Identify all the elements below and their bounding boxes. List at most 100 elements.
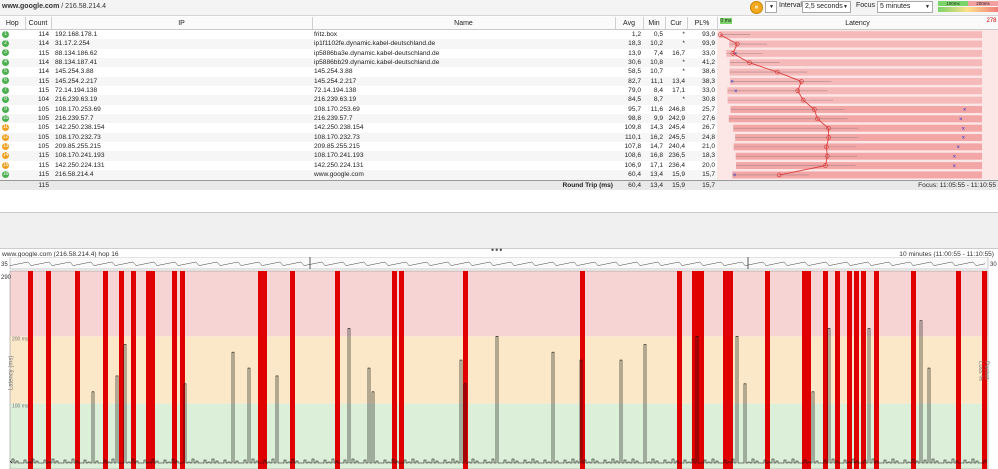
cell-ip: 209.85.255.215 bbox=[55, 143, 101, 151]
cell-cur: * bbox=[682, 68, 685, 76]
table-row[interactable]: 9 105 108.170.253.69 108.170.253.69 95,7 11,6… bbox=[0, 104, 998, 115]
packet-loss-bar bbox=[399, 271, 404, 469]
hop-cell: 4 bbox=[0, 58, 25, 67]
latency-bar-cell bbox=[717, 58, 998, 67]
cell-name: 145.254.2.217 bbox=[314, 77, 357, 85]
cell-cur: * bbox=[682, 59, 685, 67]
cell-avg: 84,5 bbox=[628, 96, 641, 104]
options-dropdown[interactable]: ▼ bbox=[765, 1, 777, 13]
packet-loss-bar bbox=[75, 271, 80, 469]
focus-label: Focus bbox=[856, 2, 876, 9]
cell-count: 105 bbox=[37, 124, 49, 132]
cell-count: 115 bbox=[38, 49, 49, 57]
hop-status-icon: 9 bbox=[2, 105, 9, 113]
packet-loss-bar bbox=[911, 271, 916, 469]
cell-name: 142.250.238.154 bbox=[314, 124, 364, 132]
col-cur[interactable]: Cur bbox=[665, 17, 688, 30]
pause-icon[interactable]: ⏸ bbox=[750, 1, 763, 14]
table-row[interactable]: 15 115 142.250.224.131 142.250.224.131 106,9… bbox=[0, 160, 998, 171]
packet-loss-bar bbox=[699, 271, 704, 469]
cell-name: 72.14.194.138 bbox=[314, 87, 357, 95]
table-row[interactable]: 12 105 108.170.232.73 108.170.232.73 110,1 16… bbox=[0, 132, 998, 143]
hop-cell: 7 bbox=[0, 86, 25, 95]
table-row[interactable]: 4 114 88.134.187.41 ip5886bb29.dynamic.kabe… bbox=[0, 58, 998, 68]
packet-loss-bar bbox=[823, 271, 828, 469]
col-count[interactable]: Count bbox=[25, 17, 52, 30]
summary-cell bbox=[51, 179, 312, 190]
hop-cell: 12 bbox=[0, 133, 25, 142]
cell-name: ip1f1102fe.dynamic.kabel-deutschland.de bbox=[314, 40, 436, 48]
cell-min: 10,2 bbox=[650, 40, 663, 48]
cell-pl: 26,7 bbox=[702, 124, 715, 132]
table-row[interactable]: 11 105 142.250.238.154 142.250.238.154 109,8… bbox=[0, 123, 998, 133]
overview-y-left: 35 bbox=[1, 262, 8, 268]
col-avg[interactable]: Avg bbox=[615, 17, 644, 30]
cell-pl: 25,7 bbox=[702, 105, 715, 113]
cell-count: 115 bbox=[38, 171, 49, 179]
y-axis-top: 290 bbox=[1, 275, 12, 281]
packet-loss-bar bbox=[580, 271, 585, 469]
cell-avg: 110,1 bbox=[624, 133, 641, 141]
focus-select[interactable]: 5 minutes ▼ bbox=[877, 1, 933, 13]
hop-cell: 2 bbox=[0, 39, 25, 48]
table-row[interactable]: 10 105 216.239.57.7 216.239.57.7 98,8 9,9 242,… bbox=[0, 114, 998, 124]
cell-min: 9,9 bbox=[653, 115, 663, 123]
latency-bar-cell bbox=[717, 30, 998, 40]
pane-splitter[interactable] bbox=[0, 212, 998, 249]
interval-select[interactable]: 2,5 seconds ▼ bbox=[802, 1, 851, 13]
hop-table: Hop Count IP Name Avg Min Cur PL% 0 ms L… bbox=[0, 17, 998, 190]
cell-pl: 30,8 bbox=[702, 96, 715, 104]
cell-pl: 38,6 bbox=[702, 68, 715, 76]
packet-loss-bar bbox=[150, 271, 155, 469]
table-row[interactable]: 14 115 108.170.241.193 108.170.241.193 108,6… bbox=[0, 151, 998, 161]
latency-bar-cell bbox=[717, 49, 998, 58]
col-latency[interactable]: 0 ms Latency 278 bbox=[717, 17, 998, 30]
splitter-grip-icon[interactable]: ••• bbox=[491, 245, 503, 255]
cell-ip: 142.250.224.131 bbox=[55, 161, 105, 169]
table-row[interactable]: 5 114 145.254.3.88 145.254.3.88 58,5 10,7 * 38,… bbox=[0, 67, 998, 77]
cell-ip: 31.17.2.254 bbox=[55, 40, 90, 48]
packet-loss-bar bbox=[28, 271, 33, 469]
cell-pl: 18,3 bbox=[702, 152, 715, 160]
zone-mid bbox=[10, 336, 988, 404]
col-pl[interactable]: PL% bbox=[687, 17, 718, 30]
hop-status-icon: 16 bbox=[2, 170, 9, 178]
cell-ip: 216.239.63.19 bbox=[55, 96, 98, 104]
table-row[interactable]: 6 115 145.254.2.217 145.254.2.217 82,7 11,1 13… bbox=[0, 76, 998, 87]
col-ip[interactable]: IP bbox=[51, 17, 313, 30]
table-row[interactable]: 3 115 88.134.186.62 ip5886ba3e.dynamic.kabe… bbox=[0, 48, 998, 59]
cell-name: ip5886ba3e.dynamic.kabel-deutschland.de bbox=[314, 49, 440, 57]
hop-status-icon: 13 bbox=[2, 142, 9, 150]
cell-avg: 79,0 bbox=[628, 87, 641, 95]
left-axis-label: Latency (ms) bbox=[8, 355, 15, 391]
table-row[interactable]: 13 105 209.85.255.215 209.85.255.215 107,8 14… bbox=[0, 142, 998, 152]
window-title: www.google.com / 216.58.214.4 bbox=[2, 3, 107, 10]
hop-cell: 13 bbox=[0, 142, 25, 151]
table-row[interactable]: 2 114 31.17.2.254 ip1f1102fe.dynamic.kabel-… bbox=[0, 39, 998, 49]
cell-ip: 216.58.214.4 bbox=[55, 171, 94, 179]
cell-name: ip5886bb29.dynamic.kabel-deutschland.de bbox=[314, 59, 440, 67]
col-name[interactable]: Name bbox=[312, 17, 616, 30]
table-row[interactable]: 7 115 72.14.194.138 72.14.194.138 79,0 8,4 17,… bbox=[0, 86, 998, 96]
table-row[interactable]: 16 115 216.58.214.4 www.google.com 60,4 13,4 1… bbox=[0, 170, 998, 180]
packet-loss-bar bbox=[765, 271, 770, 469]
col-min[interactable]: Min bbox=[643, 17, 666, 30]
table-row[interactable]: 1 114 192.168.178.1 fritz.box 1,2 0,5 * 93,9 bbox=[0, 29, 998, 40]
hop-cell: 8 bbox=[0, 95, 25, 104]
packet-loss-bar bbox=[728, 271, 733, 469]
cell-name: 145.254.3.88 bbox=[314, 68, 353, 76]
cell-avg: 108,6 bbox=[624, 152, 641, 160]
hop-cell: 3 bbox=[0, 49, 25, 58]
col-hop[interactable]: Hop bbox=[0, 17, 26, 30]
table-row[interactable]: 8 104 216.239.63.19 216.239.63.19 84,5 8,7 * 30… bbox=[0, 95, 998, 105]
cell-min: 11,1 bbox=[650, 77, 663, 85]
latency-axis-end: 278 bbox=[986, 18, 997, 24]
cell-min: 0,5 bbox=[653, 31, 663, 38]
cell-pl: 21,0 bbox=[702, 143, 715, 151]
y-tick-label: 100 ms bbox=[12, 404, 29, 410]
summary-row: 115 Round Trip (ms) 60,4 13,4 15,9 15,7 Focus:… bbox=[0, 179, 998, 190]
packet-loss-bar bbox=[335, 271, 340, 469]
cell-cur: 245,5 bbox=[668, 133, 685, 141]
cell-avg: 18,3 bbox=[628, 40, 641, 48]
packet-loss-bar bbox=[861, 271, 866, 469]
